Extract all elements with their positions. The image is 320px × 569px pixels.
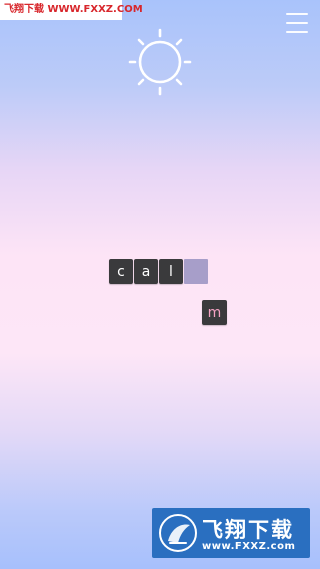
hamburger-menu-icon-line — [286, 22, 308, 24]
watermark-url: www.FXXZ.com — [202, 541, 296, 552]
watermark-bottom: 飞翔下载 www.FXXZ.com — [152, 508, 310, 558]
word-row: c a l — [109, 259, 208, 284]
sun-icon — [128, 28, 192, 96]
empty-letter-slot[interactable] — [184, 259, 208, 284]
hamburger-menu-icon-line — [286, 31, 308, 33]
fxxz-logo-icon — [159, 514, 197, 552]
hamburger-menu-icon — [286, 13, 308, 15]
letter-tile[interactable]: a — [134, 259, 158, 284]
letter-tile[interactable]: c — [109, 259, 133, 284]
letter-tile[interactable]: l — [159, 259, 183, 284]
watermark-title: 飞翔下载 — [202, 518, 294, 542]
loose-letter-tile[interactable]: m — [202, 300, 227, 325]
watermark-top: 飞翔下载 WWW.FXXZ.COM — [0, 0, 143, 20]
menu-button[interactable] — [286, 13, 308, 33]
